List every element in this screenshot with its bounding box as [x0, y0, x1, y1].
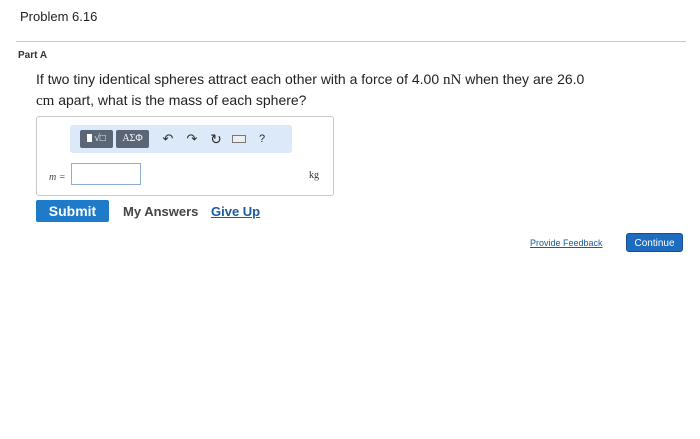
distance-unit: cm — [36, 93, 55, 109]
problem-title: Problem 6.16 — [20, 9, 98, 24]
header-divider — [16, 41, 686, 42]
variable-label: m = — [49, 172, 66, 183]
answer-input[interactable] — [71, 163, 141, 185]
submit-button[interactable]: Submit — [36, 200, 109, 222]
undo-icon[interactable]: ↶ — [160, 130, 176, 148]
template-box-icon — [87, 134, 93, 142]
continue-button[interactable]: Continue — [626, 233, 683, 252]
math-toolbar: √□ ΑΣΦ ↶ ↷ ↻ ? — [70, 125, 292, 153]
templates-button[interactable]: √□ — [80, 130, 113, 148]
reset-icon[interactable]: ↻ — [208, 130, 224, 148]
keyboard-icon[interactable] — [230, 130, 248, 148]
part-label: Part A — [18, 50, 48, 61]
symbols-button[interactable]: ΑΣΦ — [116, 130, 149, 148]
my-answers-link[interactable]: My Answers — [123, 204, 198, 219]
force-unit: nN — [443, 72, 462, 88]
provide-feedback-link[interactable]: Provide Feedback — [530, 238, 603, 248]
redo-icon[interactable]: ↷ — [184, 130, 200, 148]
question-text-1: If two tiny identical spheres attract ea… — [36, 71, 443, 87]
unit-label: kg — [309, 170, 319, 181]
help-icon[interactable]: ? — [254, 130, 270, 148]
question-text-3: apart, what is the mass of each sphere? — [54, 92, 307, 108]
give-up-link[interactable]: Give Up — [211, 204, 260, 219]
question-text: If two tiny identical spheres attract ea… — [36, 69, 676, 111]
templates-label: √□ — [94, 133, 106, 144]
keyboard-shape — [232, 135, 246, 143]
question-text-2: when they are 26.0 — [461, 71, 585, 87]
answer-box: √□ ΑΣΦ ↶ ↷ ↻ ? m = kg — [36, 116, 334, 196]
